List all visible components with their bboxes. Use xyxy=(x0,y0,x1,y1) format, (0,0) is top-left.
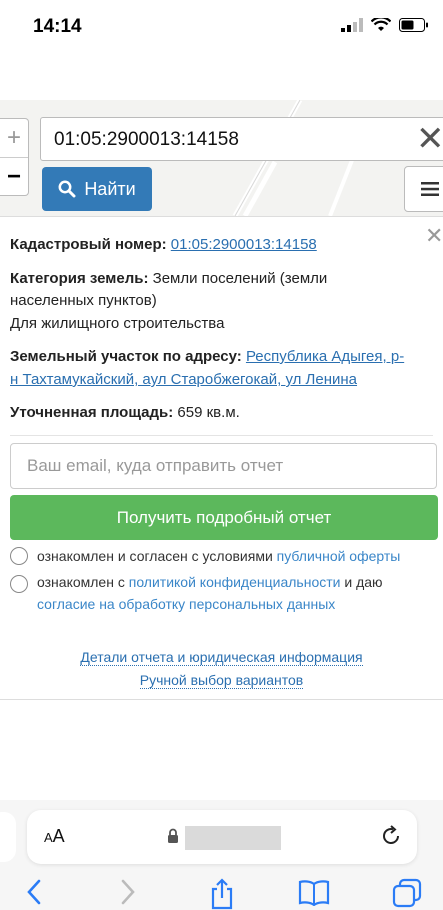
report-details-link[interactable]: Детали отчета и юридическая информация xyxy=(80,649,363,666)
zoom-control: + − xyxy=(0,118,29,196)
address-row: Земельный участок по адресу: Республика … xyxy=(10,346,404,368)
address-bar[interactable]: AA xyxy=(27,810,417,864)
cadastral-number-link[interactable]: 01:05:2900013:14158 xyxy=(171,236,317,253)
battery-icon xyxy=(399,18,428,32)
status-icons xyxy=(341,18,429,32)
previous-tab-preview[interactable] xyxy=(0,812,16,862)
cadastral-search-input[interactable]: 01:05:2900013:14158 xyxy=(40,117,443,161)
privacy-consent-text: ознакомлен с xyxy=(37,574,129,590)
category-value: Земли поселений (земли xyxy=(152,270,328,287)
address-link[interactable]: Республика Адыгея, р- xyxy=(246,348,404,365)
zoom-out-button[interactable]: − xyxy=(0,158,28,196)
find-button[interactable]: Найти xyxy=(42,167,152,211)
land-category-row: Категория земель: Земли поселений (земли xyxy=(10,268,327,290)
back-icon[interactable] xyxy=(24,878,44,906)
share-icon[interactable] xyxy=(208,878,236,910)
forward-icon[interactable] xyxy=(118,878,138,906)
url-text-redacted[interactable] xyxy=(185,826,281,850)
cadastral-number-row: Кадастровый номер: 01:05:2900013:14158 xyxy=(10,234,317,256)
divider xyxy=(10,435,433,436)
find-button-label: Найти xyxy=(84,178,136,199)
signal-icon xyxy=(341,18,363,32)
search-icon xyxy=(58,180,76,198)
bookmarks-icon[interactable] xyxy=(298,878,330,906)
offer-consent-text: ознакомлен и согласен с условиями xyxy=(37,548,277,564)
public-offer-link[interactable]: публичной оферты xyxy=(277,548,401,564)
area-row: Уточненная площадь: 659 кв.м. xyxy=(10,402,240,424)
wifi-icon xyxy=(371,18,391,31)
address-link-cont[interactable]: н Тахтамукайский, аул Старобжегокай, ул … xyxy=(10,371,357,388)
offer-consent-checkbox[interactable] xyxy=(10,547,28,565)
menu-button[interactable] xyxy=(404,166,443,212)
clear-search-icon[interactable]: ✕ xyxy=(416,122,443,156)
hamburger-icon xyxy=(421,182,439,196)
zoom-in-button[interactable]: + xyxy=(0,119,28,158)
manual-choice-link[interactable]: Ручной выбор вариантов xyxy=(139,672,304,689)
email-placeholder: Ваш email, куда отправить отчет xyxy=(27,456,284,475)
land-usage: Для жилищного строительства xyxy=(10,315,225,332)
privacy-policy-link[interactable]: политикой конфиденциальности xyxy=(129,574,341,590)
category-label: Категория земель: xyxy=(10,270,149,287)
address-link-line2[interactable]: н Тахтамукайский, аул Старобжегокай, ул … xyxy=(10,369,357,391)
get-report-button[interactable]: Получить подробный отчет xyxy=(10,495,438,540)
category-value-line2: населенных пунктов) xyxy=(10,292,157,309)
details-link-row: Детали отчета и юридическая информация xyxy=(0,649,443,666)
search-input-value: 01:05:2900013:14158 xyxy=(54,129,239,150)
manual-choice-row: Ручной выбор вариантов xyxy=(0,672,443,689)
area-value: 659 кв.м. xyxy=(177,404,240,421)
parcel-info-panel: ✕ Кадастровый номер: 01:05:2900013:14158… xyxy=(0,216,443,700)
status-bar: 14:14 xyxy=(0,0,443,56)
status-time: 14:14 xyxy=(33,16,82,37)
email-field[interactable]: Ваш email, куда отправить отчет xyxy=(10,443,437,489)
lock-icon xyxy=(168,828,178,843)
address-label: Земельный участок по адресу: xyxy=(10,348,242,365)
close-panel-icon[interactable]: ✕ xyxy=(425,223,443,249)
area-label: Уточненная площадь: xyxy=(10,404,174,421)
text-size-button[interactable]: AA xyxy=(44,826,65,847)
privacy-consent-label: ознакомлен с политикой конфиденциальност… xyxy=(37,571,383,593)
personal-data-consent-line: согласие на обработку персональных данны… xyxy=(37,593,335,615)
offer-consent-label: ознакомлен и согласен с условиями публич… xyxy=(37,545,400,567)
browser-bottom-bar: AA xyxy=(0,800,443,910)
personal-data-link[interactable]: согласие на обработку персональных данны… xyxy=(37,596,335,612)
reload-icon[interactable] xyxy=(379,824,403,848)
cadastral-label: Кадастровый номер: xyxy=(10,236,167,253)
privacy-consent-checkbox[interactable] xyxy=(10,575,28,593)
tabs-icon[interactable] xyxy=(392,878,422,908)
privacy-consent-text2: и даю xyxy=(340,574,383,590)
browser-toolbar xyxy=(0,876,443,910)
